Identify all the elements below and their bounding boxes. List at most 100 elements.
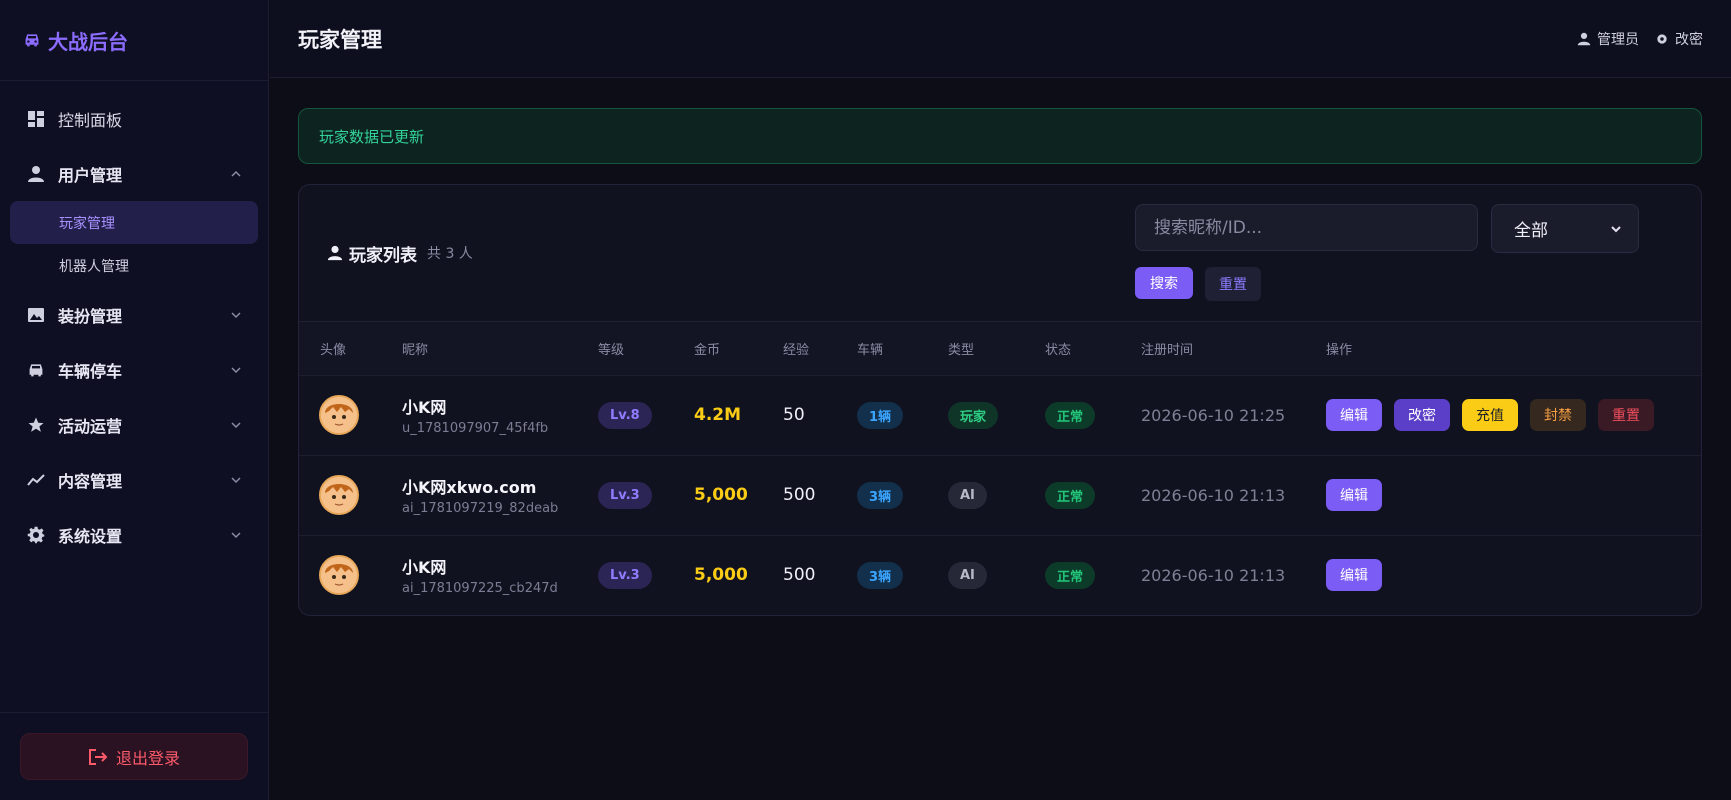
edit-button[interactable]: 编辑 [1326,479,1382,511]
player-table: 头像 昵称 等级 金币 经验 车辆 类型 状态 注册时间 操作 小K网 u_17… [299,322,1701,615]
sidebar-subitem-label: 玩家管理 [59,215,115,232]
sidebar-item-users[interactable]: 用户管理 [0,146,268,201]
player-nickname: 小K网xkwo.com [402,478,537,497]
register-time: 2026-06-10 21:25 [1141,405,1286,425]
admin-menu[interactable]: 管理员 [1577,29,1639,49]
col-header-vehicles: 车辆 [857,342,884,358]
edit-button[interactable]: 编辑 [1326,559,1382,592]
avatar [319,475,359,515]
sidebar-item-outfits[interactable]: 装扮管理 [0,287,268,342]
car-icon [25,34,39,47]
avatar [319,555,359,596]
sidebar-item-settings[interactable]: 系统设置 [0,507,268,562]
table-header-row: 头像 昵称 等级 金币 经验 车辆 类型 状态 注册时间 操作 [299,322,1701,375]
col-header-status: 状态 [1045,342,1072,358]
sidebar-item-label: 用户管理 [58,165,123,185]
user-icon [1577,32,1591,45]
admin-label: 管理员 [1597,31,1639,48]
sidebar-subitem-label: 机器人管理 [59,258,129,275]
sidebar-item-dashboard[interactable]: 控制面板 [0,91,268,146]
col-header-actions: 操作 [1326,342,1353,358]
sidebar-item-robot-management[interactable]: 机器人管理 [10,244,258,287]
logout-button[interactable]: 退出登录 [20,733,248,780]
chevron-down-icon [231,366,241,373]
card-title-text: 玩家列表 [349,245,417,266]
select-value: 全部 [1514,221,1548,241]
gear-icon [26,525,46,545]
change-password-label: 改密 [1675,31,1703,48]
type-select[interactable]: 全部 [1491,204,1639,253]
alert-text: 玩家数据已更新 [319,127,425,146]
user-icon [327,245,343,261]
col-header-level: 等级 [598,342,625,358]
top-header: 玩家管理 管理员 改密 [270,0,1731,78]
status-badge: 正常 [1045,401,1096,429]
col-header-register-time: 注册时间 [1141,342,1194,358]
change-password-button[interactable]: 改密 [1394,399,1450,431]
chevron-up-icon [231,170,241,177]
card-header: 玩家列表 共 3 人 全部 搜索 重置 [299,185,1701,322]
sidebar-item-label: 活动运营 [58,416,123,436]
register-time: 2026-06-10 21:13 [1141,565,1286,585]
col-header-exp: 经验 [783,342,810,358]
register-time: 2026-06-10 21:13 [1141,485,1286,505]
exp-value: 50 [783,405,805,425]
col-header-gold: 金币 [694,342,721,358]
gear-icon [1657,33,1667,44]
gold-value: 4.2M [694,405,742,425]
sidebar: 大战后台 控制面板 用户管理 玩家管理 机器人管理 装扮管理 车辆停车 活动运营… [0,0,269,800]
recharge-button[interactable]: 充值 [1462,399,1518,431]
player-id: ai_1781097219_82deab [402,501,559,516]
gold-value: 5,000 [694,485,748,505]
chevron-down-icon [231,531,241,538]
sidebar-item-label: 系统设置 [58,526,123,546]
sidebar-item-content[interactable]: 内容管理 [0,452,268,507]
change-password-link[interactable]: 改密 [1655,29,1703,49]
type-badge: 玩家 [948,401,999,429]
header-actions: 管理员 改密 [1577,29,1703,49]
chevron-down-icon [231,421,241,428]
brand[interactable]: 大战后台 [0,0,268,81]
success-alert: 玩家数据已更新 [298,108,1702,164]
chevron-down-icon [1611,225,1621,232]
level-badge: Lv.3 [598,481,652,509]
chevron-down-icon [231,311,241,318]
image-icon [26,305,46,325]
sidebar-item-events[interactable]: 活动运营 [0,397,268,452]
sidebar-footer: 退出登录 [0,712,268,800]
chevron-down-icon [231,476,241,483]
type-badge: AI [948,481,987,509]
player-id: ai_1781097225_cb247d [402,581,558,597]
status-badge: 正常 [1045,481,1096,509]
car-icon [26,360,46,380]
sidebar-item-player-management[interactable]: 玩家管理 [10,201,258,244]
player-id: u_1781097907_45f4fb [402,421,549,436]
player-nickname: 小K网 [402,558,447,578]
vehicle-count-badge: 3辆 [857,561,904,589]
row-actions: 编辑 [1326,559,1701,592]
vehicle-count-badge: 3辆 [857,481,904,509]
sidebar-item-label: 控制面板 [58,110,123,130]
row-actions: 编辑 改密 充值 封禁 重置 [1326,399,1701,431]
edit-button[interactable]: 编辑 [1326,399,1382,431]
sidebar-item-label: 车辆停车 [58,361,123,381]
search-input[interactable] [1135,204,1478,251]
col-header-nickname: 昵称 [402,342,429,358]
gold-value: 5,000 [694,565,748,586]
star-icon [26,415,46,435]
vehicle-count-badge: 1辆 [857,401,904,429]
reset-button[interactable]: 重置 [1205,267,1261,301]
logout-icon [88,748,108,765]
col-header-avatar: 头像 [320,342,347,358]
sidebar-item-label: 内容管理 [58,471,123,491]
player-count: 共 3 人 [427,246,473,262]
logout-label: 退出登录 [115,748,180,768]
dashboard-icon [26,109,46,129]
search-button[interactable]: 搜索 [1135,267,1193,299]
reset-player-button[interactable]: 重置 [1598,399,1654,431]
sidebar-item-vehicles[interactable]: 车辆停车 [0,342,268,397]
ban-button[interactable]: 封禁 [1530,399,1586,431]
exp-value: 500 [783,485,816,505]
table-row: 小K网 u_1781097907_45f4fb Lv.8 4.2M 50 1辆 … [299,375,1701,455]
col-header-type: 类型 [948,342,975,358]
